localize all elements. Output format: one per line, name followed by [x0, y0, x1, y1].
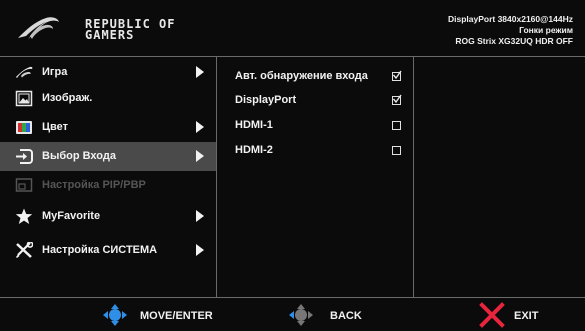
- chevron-right-icon: [196, 244, 204, 256]
- status-signal: DisplayPort 3840x2160@144Hz: [447, 14, 573, 24]
- menu-item-color[interactable]: Цвет: [0, 113, 216, 142]
- status-model: ROG Strix XG32UQ HDR OFF: [455, 36, 573, 46]
- game-icon: [16, 66, 33, 78]
- checkbox-unchecked[interactable]: [392, 121, 401, 130]
- menu-item-label: Цвет: [42, 121, 69, 133]
- option-hdmi-2[interactable]: HDMI-2: [217, 138, 413, 162]
- joystick-left-icon: [289, 304, 313, 326]
- rog-logo-icon: [18, 17, 59, 40]
- tools-icon: [16, 242, 33, 258]
- menu-item-game[interactable]: Игра: [0, 58, 216, 87]
- menu-item-input-select[interactable]: Выбор Входа: [0, 142, 216, 171]
- close-icon: [479, 302, 505, 328]
- menu-item-label: Настройка СИСТЕМА: [42, 244, 158, 256]
- menu-item-label: MyFavorite: [42, 210, 101, 222]
- option-hdmi-1[interactable]: HDMI-1: [217, 113, 413, 137]
- osd-footer: MOVE/ENTER BACK EXIT: [0, 297, 585, 330]
- checkmark-icon: [392, 94, 402, 104]
- move-enter-label: MOVE/ENTER: [140, 310, 213, 322]
- option-auto-input-detection[interactable]: Авт. обнаружение входа: [217, 64, 413, 88]
- status-mode: Гонки режим: [519, 25, 573, 35]
- exit-label: EXIT: [514, 310, 539, 322]
- chevron-right-icon: [196, 66, 204, 78]
- input-select-icon: [16, 149, 33, 164]
- input-select-submenu: Авт. обнаружение входа DisplayPort HDMI-…: [217, 57, 413, 297]
- brand-name: REPUBLIC OF GAMERS: [85, 18, 175, 42]
- menu-item-label: Выбор Входа: [42, 150, 116, 162]
- checkbox-unchecked[interactable]: [392, 146, 401, 155]
- menu-item-system-setup[interactable]: Настройка СИСТЕМА: [0, 236, 216, 265]
- main-menu: Игра Изображ. Цвет Выбор Входа Настройка…: [0, 57, 216, 297]
- osd-header: REPUBLIC OF GAMERS DisplayPort 3840x2160…: [0, 0, 585, 57]
- menu-item-label: Настройка PIP/PBP: [42, 179, 146, 191]
- menu-item-myfavorite[interactable]: MyFavorite: [0, 202, 216, 231]
- menu-item-pip-pbp: Настройка PIP/PBP: [0, 171, 216, 200]
- chevron-right-icon: [196, 150, 204, 162]
- color-icon: [16, 121, 32, 134]
- chevron-right-icon: [196, 121, 204, 133]
- option-label: DisplayPort: [235, 94, 297, 106]
- chevron-right-icon: [196, 210, 204, 222]
- option-label: Авт. обнаружение входа: [235, 70, 368, 82]
- checkbox-checked[interactable]: [392, 70, 402, 81]
- checkbox-checked[interactable]: [392, 94, 402, 105]
- pip-icon: [15, 178, 33, 192]
- brand-line-2: GAMERS: [85, 28, 135, 42]
- checkmark-icon: [392, 70, 402, 80]
- menu-item-label: Изображ.: [42, 92, 93, 104]
- back-label: BACK: [330, 310, 362, 322]
- image-icon: [15, 90, 33, 107]
- joystick-icon: [103, 304, 127, 326]
- option-displayport[interactable]: DisplayPort: [217, 88, 413, 112]
- menu-item-image[interactable]: Изображ.: [0, 84, 216, 113]
- detail-panel: [414, 57, 585, 297]
- menu-item-label: Игра: [42, 66, 68, 78]
- option-label: HDMI-1: [235, 119, 273, 131]
- option-label: HDMI-2: [235, 144, 273, 156]
- status-info: DisplayPort 3840x2160@144Hz Гонки режим …: [448, 14, 573, 47]
- osd-window: REPUBLIC OF GAMERS DisplayPort 3840x2160…: [0, 0, 585, 330]
- star-icon: [15, 208, 33, 224]
